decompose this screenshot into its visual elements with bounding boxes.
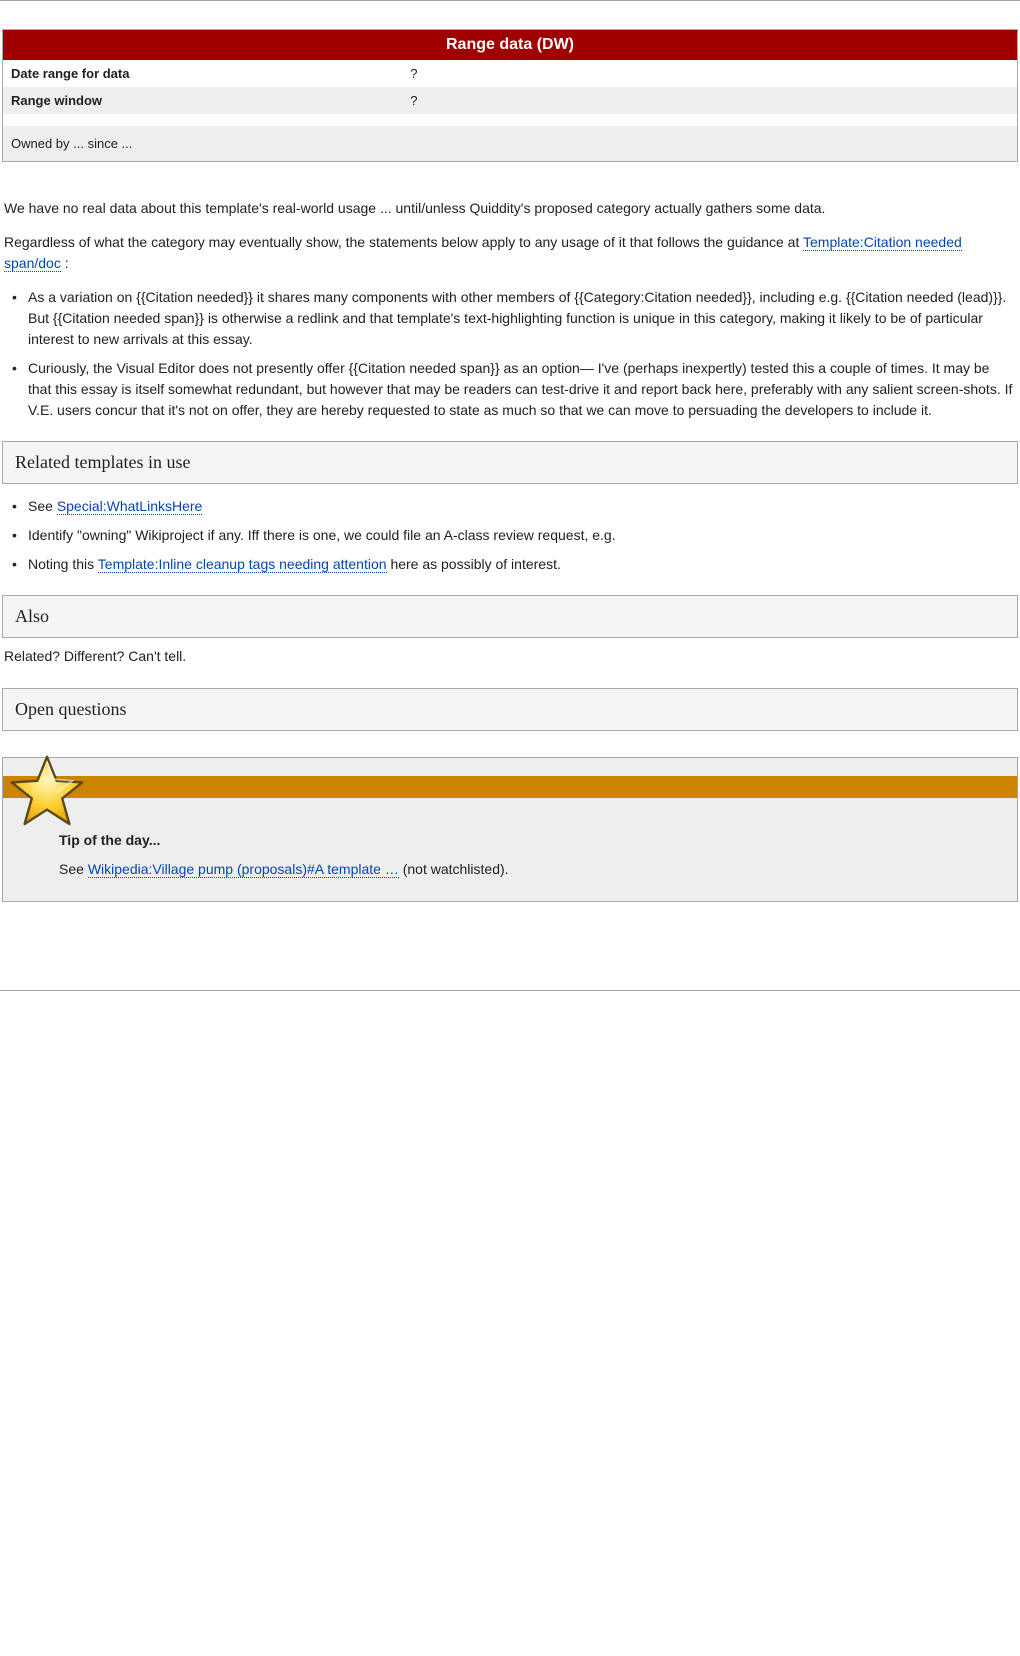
attention-template-link[interactable]: Template:Inline cleanup tags needing att… (98, 556, 387, 573)
also-text: Related? Different? Can't tell. (4, 646, 1016, 668)
infobox-header: Range data (DW) (3, 30, 1017, 60)
infobox-row: Range window ? (3, 87, 1017, 114)
infobox-value: ? (410, 93, 1009, 108)
tip-body: Tip of the day... See Wikipedia:Village … (3, 798, 1017, 887)
section-related: Related templates in use (2, 441, 1018, 484)
tip-title: Tip of the day... (59, 830, 1003, 852)
list-item: See Special:WhatLinksHere (28, 496, 1016, 517)
list-item: Identify "owning" Wikiproject if any. If… (28, 525, 1016, 546)
infobox-row: Date range for data ? (3, 60, 1017, 87)
whatlinkshere-link[interactable]: Special:WhatLinksHere (57, 498, 203, 515)
info-bullet-list: As a variation on {{Citation needed}} it… (4, 287, 1016, 421)
top-rule (0, 0, 1020, 1)
tip-box: Tip of the day... See Wikipedia:Village … (2, 757, 1018, 902)
intro-paragraph-2: Regardless of what the category may even… (4, 232, 1016, 275)
list-item: Curiously, the Visual Editor does not pr… (28, 358, 1016, 421)
related-bullet-list: See Special:WhatLinksHere Identify "owni… (4, 496, 1016, 575)
intro-paragraph: We have no real data about this template… (4, 198, 1016, 220)
infobox-value: ? (410, 66, 1009, 81)
infobox-footer: Owned by ... since ... (3, 126, 1017, 161)
section-open: Open questions (2, 688, 1018, 731)
bottom-rule (0, 990, 1020, 991)
section-also: Also (2, 595, 1018, 638)
range-data-infobox: Range data (DW) Date range for data ? Ra… (2, 29, 1018, 162)
list-item: As a variation on {{Citation needed}} it… (28, 287, 1016, 350)
star-icon (7, 752, 87, 832)
paragraph-text: Regardless of what the category may even… (4, 234, 803, 250)
infobox-label: Date range for data (11, 66, 410, 81)
tip-bar (3, 776, 1017, 798)
infobox-label: Range window (11, 93, 410, 108)
infobox-row (3, 114, 1017, 126)
vp-proposals-link[interactable]: Wikipedia:Village pump (proposals)#A tem… (88, 861, 399, 878)
list-item: Noting this Template:Inline cleanup tags… (28, 554, 1016, 575)
